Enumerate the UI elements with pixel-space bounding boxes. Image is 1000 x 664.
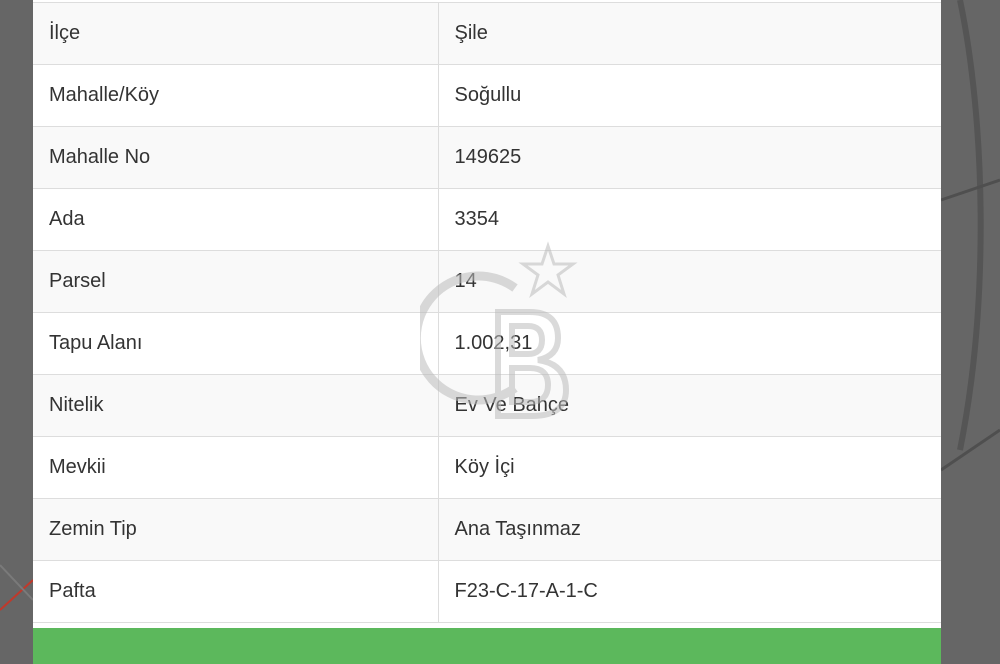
row-label-mevkii: Mevkii (33, 436, 438, 499)
table-row: İlçe Şile (33, 3, 941, 65)
row-value-pafta: F23-C-17-A-1-C (437, 560, 941, 623)
row-label-mahalle-no: Mahalle No (33, 126, 438, 189)
table-row: Mevkii Köy İçi (33, 436, 941, 499)
row-value-mahalle-no: 149625 (437, 126, 941, 189)
row-value-nitelik: Ev Ve Bahçe (437, 374, 941, 437)
row-value-mevkii: Köy İçi (437, 436, 941, 499)
row-value-ilce: Şile (437, 3, 941, 65)
table-row: Nitelik Ev Ve Bahçe (33, 374, 941, 437)
action-button[interactable] (33, 628, 941, 664)
row-value-parsel: 14 (437, 250, 941, 313)
table-row: Ada 3354 (33, 188, 941, 251)
parcel-properties-table: İlçe Şile Mahalle/Köy Soğullu Mahalle No… (33, 3, 941, 623)
row-label-nitelik: Nitelik (33, 374, 438, 437)
row-label-parsel: Parsel (33, 250, 438, 313)
row-value-mahalle-koy: Soğullu (437, 64, 941, 127)
row-value-zemin-tip: Ana Taşınmaz (437, 498, 941, 561)
row-label-zemin-tip: Zemin Tip (33, 498, 438, 561)
row-value-tapu-alani: 1.002,31 (437, 312, 941, 375)
table-row: Parsel 14 (33, 250, 941, 313)
table-row: Tapu Alanı 1.002,31 (33, 312, 941, 375)
row-label-tapu-alani: Tapu Alanı (33, 312, 438, 375)
row-label-ilce: İlçe (33, 3, 438, 65)
table-row: Zemin Tip Ana Taşınmaz (33, 498, 941, 561)
table-row: Mahalle/Köy Soğullu (33, 64, 941, 127)
row-label-ada: Ada (33, 188, 438, 251)
row-label-mahalle-koy: Mahalle/Köy (33, 64, 438, 127)
row-value-ada: 3354 (437, 188, 941, 251)
table-row: Mahalle No 149625 (33, 126, 941, 189)
parcel-info-panel: İlçe Şile Mahalle/Köy Soğullu Mahalle No… (33, 0, 941, 664)
table-row: Pafta F23-C-17-A-1-C (33, 560, 941, 623)
row-label-pafta: Pafta (33, 560, 438, 623)
